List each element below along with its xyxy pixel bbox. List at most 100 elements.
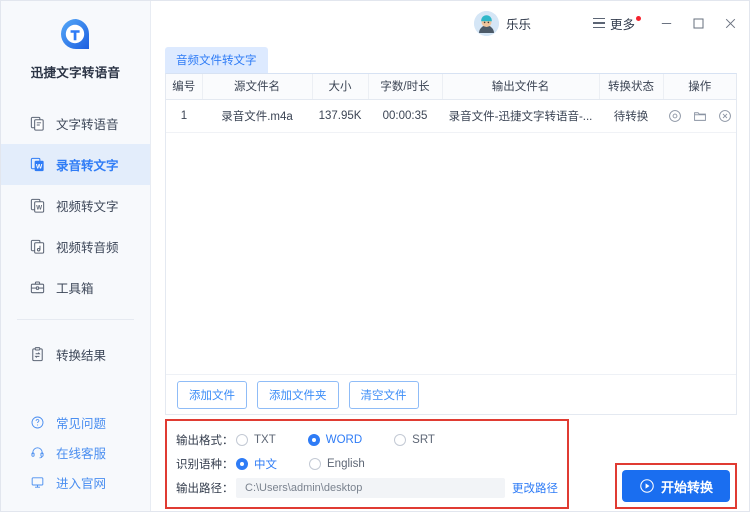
video-to-audio-icon	[29, 238, 46, 255]
app-logo-t-icon	[56, 15, 96, 55]
sidebar-item-label: 工具箱	[56, 282, 94, 296]
cell-index: 1	[166, 99, 202, 133]
column-source-name: 源文件名	[202, 74, 313, 100]
toolbox-icon	[29, 279, 46, 296]
sidebar-item-label: 录音转文字	[56, 159, 119, 173]
start-convert-highlight: 开始转换	[615, 463, 737, 509]
more-menu-button[interactable]: 更多	[592, 14, 641, 33]
sidebar-item-label: 常见问题	[56, 416, 107, 431]
headset-icon	[29, 444, 46, 461]
sidebar-item-label: 视频转音频	[56, 241, 119, 255]
radio-circle-icon	[236, 434, 248, 446]
sidebar-item-text-to-speech[interactable]: 文字转语音	[1, 103, 150, 144]
radio-language-english[interactable]: English	[309, 458, 365, 470]
open-folder-icon[interactable]	[693, 109, 707, 123]
sidebar-item-label: 转换结果	[56, 349, 107, 363]
change-path-link[interactable]: 更改路径	[512, 480, 558, 496]
column-status: 转换状态	[599, 74, 664, 100]
brand-name: 迅捷文字转语音	[30, 66, 121, 80]
radio-circle-icon	[307, 434, 320, 446]
audio-to-word-icon: W	[29, 156, 46, 173]
add-file-button[interactable]: 添加文件	[177, 380, 247, 409]
language-row: 识别语种： 中文 English	[176, 452, 558, 476]
sidebar-item-label: 进入官网	[56, 476, 107, 491]
table-row[interactable]: 1 录音文件.m4a 137.95K 00:00:35 录音文件-迅捷文字转语音…	[166, 99, 736, 133]
sidebar-item-video-to-audio[interactable]: 视频转音频	[1, 226, 150, 267]
sidebar-item-label: 视频转文字	[56, 200, 119, 214]
column-output-name: 输出文件名	[442, 74, 600, 100]
column-size: 大小	[312, 74, 369, 100]
text-to-speech-icon	[29, 115, 46, 132]
sidebar-bottom-nav: 常见问题 在线客服 进入官网	[1, 407, 150, 497]
output-path-field[interactable]: C:\Users\admin\desktop	[236, 478, 505, 498]
more-badge-dot	[636, 15, 641, 21]
add-folder-button[interactable]: 添加文件夹	[257, 380, 339, 409]
cell-duration: 00:00:35	[368, 99, 442, 133]
radio-format-word[interactable]: WORD	[307, 434, 362, 446]
cell-actions	[663, 99, 736, 133]
video-to-word-icon: W	[29, 197, 46, 214]
sidebar-item-video-to-word[interactable]: W 视频转文字	[1, 185, 150, 226]
table-head: 编号 源文件名 大小 字数/时长 输出文件名 转换状态 操作	[166, 74, 736, 100]
cell-output-name: 录音文件-迅捷文字转语音-...	[442, 99, 599, 133]
clear-files-button[interactable]: 清空文件	[348, 380, 419, 409]
file-list-panel: 编号 源文件名 大小 字数/时长 输出文件名 转换状态 操作 1 录音文件.m4…	[165, 73, 737, 415]
file-table: 编号 源文件名 大小 字数/时长 输出文件名 转换状态 操作 1 录音文件.m4…	[166, 74, 736, 133]
remove-circle-icon[interactable]	[718, 109, 732, 123]
settings-area: 输出格式： TXT WORD SRT 识别语种： 中文 English 输出路径…	[151, 415, 749, 511]
start-convert-label: 开始转换	[660, 479, 713, 495]
app-window: 迅捷文字转语音 文字转语音 W 录音转文字 W 视频转文字 视频转音频 工具箱 …	[0, 0, 750, 512]
play-circle-icon	[639, 478, 655, 494]
file-action-bar: 添加文件 添加文件夹 清空文件	[166, 374, 736, 414]
column-actions: 操作	[663, 74, 736, 100]
clipboard-result-icon	[29, 346, 46, 363]
radio-circle-icon	[309, 458, 321, 470]
cell-size: 137.95K	[312, 99, 368, 133]
preview-eye-icon[interactable]	[668, 109, 682, 123]
question-circle-icon	[29, 414, 46, 431]
start-convert-button[interactable]: 开始转换	[622, 470, 730, 502]
brand: 迅捷文字转语音	[1, 1, 150, 81]
output-format-label: 输出格式：	[176, 435, 234, 447]
sidebar-item-conversion-results[interactable]: 转换结果	[1, 334, 150, 375]
radio-format-srt[interactable]: SRT	[394, 434, 435, 446]
output-path-label: 输出路径：	[176, 483, 234, 495]
user-avatar	[473, 10, 499, 36]
table-header-row: 编号 源文件名 大小 字数/时长 输出文件名 转换状态 操作	[166, 74, 736, 100]
cell-source-name: 录音文件.m4a	[202, 99, 312, 133]
output-settings-panel: 输出格式： TXT WORD SRT 识别语种： 中文 English 输出路径…	[165, 419, 569, 509]
sidebar-item-faq[interactable]: 常见问题	[1, 407, 150, 437]
sidebar: 迅捷文字转语音 文字转语音 W 录音转文字 W 视频转文字 视频转音频 工具箱 …	[1, 1, 151, 511]
language-label: 识别语种：	[176, 459, 234, 471]
tab-bar: 音频文件转文字	[151, 45, 749, 73]
sidebar-divider	[17, 319, 134, 320]
sidebar-item-official-site[interactable]: 进入官网	[1, 467, 150, 497]
monitor-icon	[29, 474, 46, 491]
sidebar-nav: 文字转语音 W 录音转文字 W 视频转文字 视频转音频 工具箱 转换结果	[1, 103, 150, 375]
sidebar-item-online-support[interactable]: 在线客服	[1, 437, 150, 467]
radio-circle-icon	[236, 458, 248, 470]
tab-audio-to-text[interactable]: 音频文件转文字	[165, 47, 268, 73]
radio-format-txt[interactable]: TXT	[236, 434, 276, 446]
main-panel: 乐乐 更多 音频文件转文字 编号 源文件名 大小 字数/时长 输出文件名 转换状…	[151, 1, 749, 511]
output-format-row: 输出格式： TXT WORD SRT	[176, 428, 558, 452]
user-account[interactable]: 乐乐	[473, 10, 531, 36]
sidebar-item-toolbox[interactable]: 工具箱	[1, 267, 150, 308]
hamburger-icon	[592, 17, 605, 29]
sidebar-item-audio-to-word[interactable]: W 录音转文字	[1, 144, 150, 185]
titlebar: 乐乐 更多	[151, 1, 749, 45]
window-controls	[657, 14, 739, 32]
sidebar-item-label: 在线客服	[56, 446, 107, 461]
maximize-icon[interactable]	[689, 14, 707, 32]
table-body: 1 录音文件.m4a 137.95K 00:00:35 录音文件-迅捷文字转语音…	[166, 99, 736, 133]
sidebar-item-label: 文字转语音	[56, 118, 119, 132]
user-name: 乐乐	[505, 17, 531, 32]
svg-text:W: W	[36, 164, 43, 171]
output-path-row: 输出路径： C:\Users\admin\desktop 更改路径	[176, 476, 558, 500]
close-icon[interactable]	[721, 14, 739, 32]
column-index: 编号	[166, 74, 203, 100]
radio-language-chinese[interactable]: 中文	[236, 456, 277, 472]
minimize-icon[interactable]	[657, 14, 675, 32]
column-duration: 字数/时长	[368, 74, 443, 100]
radio-circle-icon	[394, 434, 407, 446]
